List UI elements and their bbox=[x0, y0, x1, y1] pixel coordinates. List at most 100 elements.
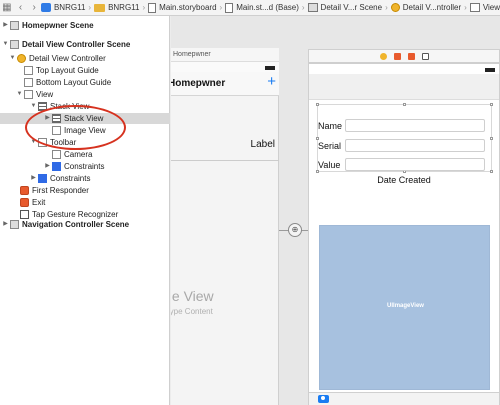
outline-item-detail-scene[interactable]: ▼ Detail View Controller Scene bbox=[0, 39, 170, 50]
image-view[interactable]: UIImageView bbox=[319, 225, 490, 390]
cell-separator bbox=[171, 160, 279, 161]
scene-dock bbox=[308, 49, 500, 63]
disclosure-collapsed-icon[interactable]: ▶ bbox=[44, 113, 51, 124]
outline-item-toolbar[interactable]: ▼ Toolbar bbox=[0, 137, 170, 148]
name-field[interactable] bbox=[345, 119, 485, 132]
serial-label: Serial bbox=[318, 141, 342, 151]
outline-item-camera[interactable]: Camera bbox=[0, 149, 170, 160]
top-bar bbox=[309, 74, 499, 100]
navigation-bar[interactable]: Homepwner + bbox=[171, 72, 279, 96]
scene-icon bbox=[10, 21, 19, 30]
breadcrumb-separator-icon: › bbox=[385, 3, 388, 12]
battery-icon bbox=[265, 66, 275, 70]
related-items-icon[interactable]: ▦ bbox=[0, 2, 14, 13]
stack-view-icon bbox=[38, 102, 47, 111]
breadcrumb-separator-icon: › bbox=[142, 3, 146, 12]
outline-item-image-view[interactable]: Image View bbox=[0, 125, 170, 136]
value-label: Value bbox=[318, 160, 341, 170]
detail-view-controller-scene[interactable]: Name Serial Value Date Created UIImageVi… bbox=[308, 63, 500, 405]
view-controller-icon bbox=[17, 54, 26, 63]
outline-item-navigation-scene[interactable]: ▶ Navigation Controller Scene bbox=[0, 219, 170, 230]
outline-item-bottom-layout-guide[interactable]: Bottom Layout Guide bbox=[0, 77, 170, 88]
resize-handle[interactable] bbox=[316, 103, 319, 106]
first-responder-icon bbox=[20, 186, 29, 195]
disclosure-collapsed-icon[interactable]: ▶ bbox=[30, 173, 37, 184]
resize-handle[interactable] bbox=[490, 103, 493, 106]
breadcrumb-view-controller[interactable]: Detail V...ntroller bbox=[390, 3, 461, 12]
outline-item-homepwner-scene[interactable]: ▶ Homepwner Scene bbox=[0, 20, 170, 31]
cell-label: Label bbox=[250, 139, 275, 150]
disclosure-collapsed-icon[interactable]: ▶ bbox=[44, 161, 51, 172]
value-field[interactable] bbox=[345, 158, 485, 171]
tap-gesture-icon[interactable] bbox=[421, 52, 429, 60]
resize-handle[interactable] bbox=[316, 170, 319, 173]
view-icon bbox=[24, 90, 33, 99]
outline-item-exit[interactable]: Exit bbox=[0, 197, 170, 208]
tap-gesture-icon bbox=[20, 210, 29, 219]
exit-icon[interactable] bbox=[407, 52, 415, 60]
outline-item-top-layout-guide[interactable]: Top Layout Guide bbox=[0, 65, 170, 76]
disclosure-expanded-icon[interactable]: ▼ bbox=[16, 89, 23, 100]
battery-icon bbox=[485, 68, 495, 72]
outline-item-toolbar-constraints[interactable]: ▶ Constraints bbox=[0, 161, 170, 172]
status-bar bbox=[171, 62, 279, 72]
view-controller-icon[interactable] bbox=[379, 52, 387, 60]
breadcrumb-storyboard-base[interactable]: Main.st...d (Base) bbox=[225, 2, 299, 13]
resize-handle[interactable] bbox=[316, 137, 319, 140]
outline-item-first-responder[interactable]: First Responder bbox=[0, 185, 170, 196]
homepwner-scene[interactable]: Homepwner Homepwner + Label ble View oty… bbox=[171, 48, 279, 405]
resize-handle[interactable] bbox=[403, 103, 406, 106]
disclosure-collapsed-icon[interactable]: ▶ bbox=[2, 20, 9, 31]
constraints-icon bbox=[52, 162, 61, 171]
outline-item-stack-view-outer[interactable]: ▼ Stack View bbox=[0, 101, 170, 112]
breadcrumb-storyboard[interactable]: Main.storyboard bbox=[148, 2, 217, 13]
outline-item-view[interactable]: ▼ View bbox=[0, 89, 170, 100]
date-created-label: Date Created bbox=[377, 175, 431, 185]
name-label: Name bbox=[318, 121, 343, 131]
forward-chevron-icon[interactable]: › bbox=[27, 2, 41, 13]
disclosure-collapsed-icon[interactable]: ▶ bbox=[2, 219, 9, 230]
disclosure-expanded-icon[interactable]: ▼ bbox=[2, 39, 9, 50]
image-view-icon bbox=[52, 126, 61, 135]
outline-item-view-constraints[interactable]: ▶ Constraints bbox=[0, 173, 170, 184]
status-bar bbox=[309, 64, 499, 74]
stack-view-icon bbox=[52, 114, 61, 123]
toolbar bbox=[309, 392, 499, 405]
breadcrumb-scene[interactable]: Detail V...r Scene bbox=[307, 3, 382, 12]
back-chevron-icon[interactable]: ‹ bbox=[14, 2, 28, 13]
nav-title: Homepwner bbox=[171, 78, 226, 89]
serial-field[interactable] bbox=[345, 139, 485, 152]
disclosure-expanded-icon[interactable]: ▼ bbox=[30, 101, 37, 112]
view-controller-icon bbox=[390, 3, 400, 12]
layout-guide-icon bbox=[24, 66, 33, 75]
breadcrumb-folder[interactable]: BNRG11 bbox=[94, 3, 139, 12]
view-icon bbox=[469, 3, 480, 12]
breadcrumb-view[interactable]: View bbox=[469, 3, 500, 12]
folder-icon bbox=[94, 3, 106, 12]
storyboard-canvas[interactable]: Homepwner Homepwner + Label ble View oty… bbox=[171, 16, 500, 405]
breadcrumb-separator-icon: › bbox=[464, 3, 467, 12]
add-icon[interactable]: + bbox=[267, 73, 276, 90]
table-view-placeholder: ble View bbox=[171, 288, 214, 304]
disclosure-expanded-icon[interactable]: ▼ bbox=[9, 53, 16, 64]
storyboard-file-icon bbox=[225, 2, 234, 13]
camera-icon[interactable] bbox=[318, 395, 329, 403]
document-outline: ▶ Homepwner Scene ▼ Detail View Controll… bbox=[0, 16, 170, 405]
breadcrumb-separator-icon: › bbox=[88, 3, 92, 12]
prototype-content-placeholder: otype Content bbox=[171, 307, 213, 316]
resize-handle[interactable] bbox=[490, 137, 493, 140]
outline-item-stack-view-inner[interactable]: ▶ Stack View bbox=[0, 113, 170, 124]
disclosure-expanded-icon[interactable]: ▼ bbox=[30, 137, 37, 148]
constraints-icon bbox=[38, 174, 47, 183]
image-view-placeholder: UIImageView bbox=[387, 303, 424, 309]
toolbar-icon bbox=[38, 138, 47, 147]
swift-project-icon bbox=[40, 3, 51, 12]
breadcrumb-project[interactable]: BNRG11 bbox=[40, 3, 85, 12]
storyboard-file-icon bbox=[148, 2, 157, 13]
scene-icon bbox=[307, 3, 318, 12]
resize-handle[interactable] bbox=[490, 170, 493, 173]
outline-item-detail-view-controller[interactable]: ▼ Detail View Controller bbox=[0, 53, 170, 64]
first-responder-icon[interactable] bbox=[393, 52, 401, 60]
segue-icon[interactable]: ⊕ bbox=[288, 223, 302, 237]
bar-button-item-icon bbox=[52, 150, 61, 159]
